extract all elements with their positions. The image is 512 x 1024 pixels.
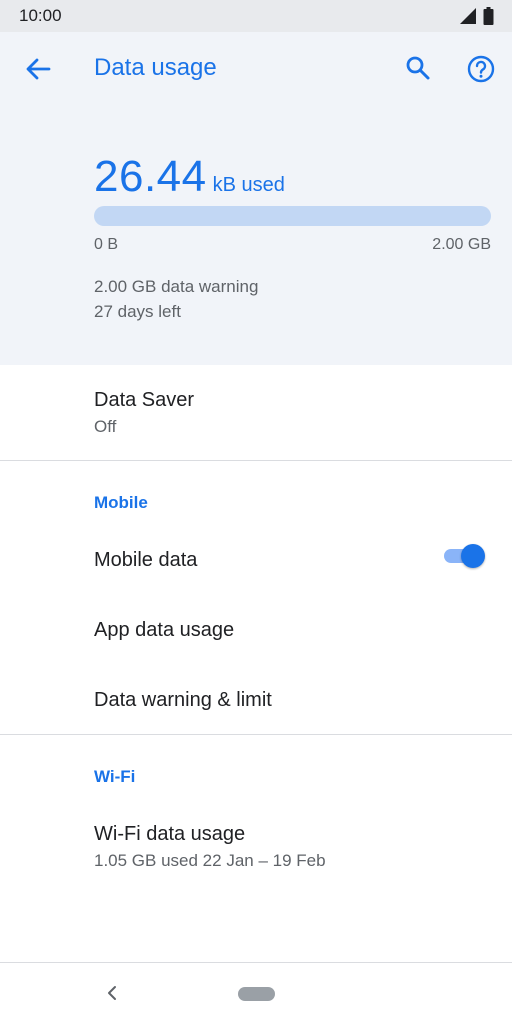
search-button[interactable] xyxy=(400,50,436,86)
usage-progress-bar xyxy=(94,206,491,226)
divider xyxy=(0,460,512,461)
arrow-left-icon xyxy=(26,58,51,80)
status-icons xyxy=(459,7,494,25)
back-button[interactable] xyxy=(18,52,58,86)
data-saver-title: Data Saver xyxy=(94,389,195,411)
help-button[interactable] xyxy=(462,50,500,88)
toggle-thumb xyxy=(461,544,485,568)
nav-back-button[interactable] xyxy=(100,981,124,1005)
battery-icon xyxy=(483,7,494,25)
wifi-data-usage-title: Wi-Fi data usage xyxy=(94,823,246,845)
help-circle-icon xyxy=(467,55,495,83)
range-max-label: 2.00 GB xyxy=(432,236,491,253)
app-data-usage-item[interactable]: App data usage xyxy=(0,595,512,665)
usage-summary: 26.44 kB used xyxy=(94,152,285,202)
chevron-left-icon xyxy=(108,986,116,1000)
wifi-data-usage-summary: 1.05 GB used 22 Jan – 19 Feb xyxy=(94,851,326,870)
usage-amount: 26.44 xyxy=(94,152,207,201)
days-left-text: 27 days left xyxy=(94,302,181,321)
status-bar: 10:00 xyxy=(0,0,512,32)
data-saver-item[interactable]: Data Saver Off xyxy=(0,365,512,460)
mobile-data-item[interactable]: Mobile data xyxy=(0,525,512,595)
page-title: Data usage xyxy=(94,54,217,81)
status-time: 10:00 xyxy=(19,6,62,25)
divider xyxy=(0,734,512,735)
mobile-data-toggle[interactable] xyxy=(444,542,488,570)
app-data-usage-title: App data usage xyxy=(94,619,235,641)
range-min-label: 0 B xyxy=(94,236,119,253)
data-saver-summary: Off xyxy=(94,417,117,436)
section-header-mobile: Mobile xyxy=(94,493,148,512)
mobile-data-title: Mobile data xyxy=(94,549,198,571)
wifi-data-usage-item[interactable]: Wi-Fi data usage 1.05 GB used 22 Jan – 1… xyxy=(0,800,512,890)
usage-unit: kB used xyxy=(212,174,285,196)
home-pill-icon[interactable] xyxy=(238,987,275,1001)
signal-icon xyxy=(460,8,476,24)
section-header-wifi: Wi-Fi xyxy=(94,767,136,786)
navigation-bar xyxy=(0,962,512,1024)
search-icon xyxy=(406,56,430,80)
data-warning-limit-title: Data warning & limit xyxy=(94,689,272,711)
usage-header: Data usage 26.44 kB used 0 B 2.00 GB 2.0… xyxy=(0,32,512,365)
data-warning-limit-item[interactable]: Data warning & limit xyxy=(0,665,512,734)
data-warning-text: 2.00 GB data warning xyxy=(94,277,259,296)
